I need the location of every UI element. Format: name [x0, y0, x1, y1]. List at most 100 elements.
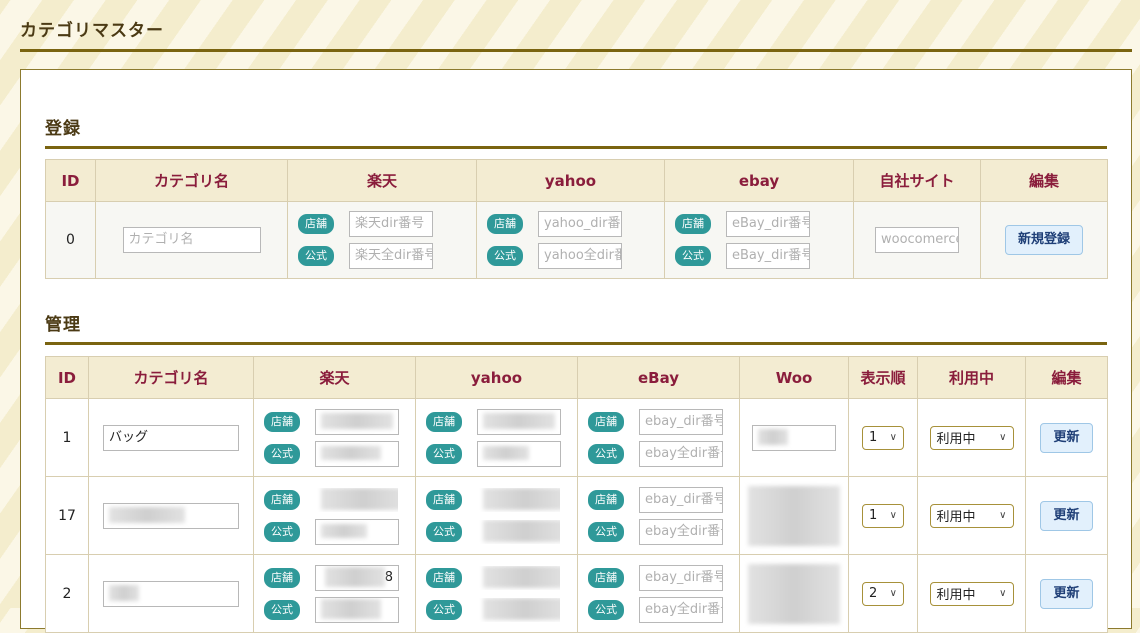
rakuten-all-dir-input[interactable]: 楽天全dir番号 — [349, 243, 433, 269]
yahoo-all-dir-input[interactable]: yahoo全dir番号 — [538, 243, 622, 269]
col-header-id: ID — [45, 159, 96, 202]
redacted-value — [483, 566, 560, 588]
title-divider — [20, 49, 1132, 52]
woocommerce-input[interactable]: woocomerce — [875, 227, 959, 253]
table-row: 1 バッグ 店舗 公式 店舗 公式 店舗 ebay_dir番号 公式 ebay全… — [45, 398, 1108, 477]
official-badge: 公式 — [588, 599, 624, 620]
col-header-id: ID — [45, 356, 89, 399]
in-use-select[interactable]: 利用中 ∨ — [929, 425, 1014, 450]
select-value: 1 — [869, 430, 878, 445]
category-name-field[interactable] — [103, 580, 239, 607]
main-panel: 登録 ID カテゴリ名 楽天 yahoo ebay 自社サイト 編集 0 カテゴ… — [20, 69, 1132, 633]
manage-table: ID カテゴリ名 楽天 yahoo eBay Woo 表示順 利用中 編集 1 … — [45, 356, 1108, 633]
ebay-dir-input[interactable]: eBay_dir番号 — [726, 211, 810, 237]
new-register-button[interactable]: 新規登録 — [1004, 225, 1083, 255]
official-badge: 公式 — [426, 599, 462, 620]
shop-badge: 店舗 — [487, 214, 523, 234]
category-name-field[interactable] — [103, 502, 239, 529]
yahoo-all-dir-field[interactable] — [477, 596, 561, 623]
col-header-rakuten: 楽天 — [287, 159, 477, 202]
redacted-value — [758, 429, 788, 445]
shop-badge: 店舗 — [588, 567, 624, 588]
woo-field-redacted[interactable] — [748, 485, 840, 546]
update-button[interactable]: 更新 — [1040, 500, 1093, 531]
rakuten-dir-input[interactable]: 楽天dir番号 — [349, 211, 433, 237]
register-row: 0 カテゴリ名 店舗 楽天dir番号 公式 楽天全dir番号 店舗 yahoo_… — [45, 201, 1108, 279]
shop-badge: 店舗 — [675, 214, 711, 234]
chevron-down-icon: ∨ — [889, 588, 897, 599]
redacted-value — [483, 488, 560, 510]
display-order-select[interactable]: 2 ∨ — [862, 581, 904, 606]
ebay-all-dir-field[interactable]: ebay全dir番号 — [639, 518, 723, 545]
official-badge: 公式 — [487, 246, 523, 266]
rakuten-dir-field[interactable] — [315, 408, 399, 435]
redacted-value — [109, 507, 185, 523]
col-header-in-use: 利用中 — [917, 356, 1026, 399]
yahoo-all-dir-field[interactable] — [477, 518, 561, 545]
register-divider — [45, 146, 1107, 149]
yahoo-dir-field[interactable] — [477, 486, 561, 513]
redacted-value — [321, 599, 381, 619]
col-header-edit: 編集 — [1025, 356, 1108, 399]
category-name-field[interactable]: バッグ — [103, 424, 239, 451]
col-header-own-site: 自社サイト — [853, 159, 981, 202]
table-row: 17 店舗 公式 店舗 公式 店舗 ebay_dir番号 公式 ebay全dir… — [45, 476, 1108, 555]
rakuten-dir-field[interactable]: 8 — [315, 564, 399, 591]
official-badge: 公式 — [264, 599, 300, 620]
select-value: 1 — [869, 508, 878, 523]
woo-field-redacted[interactable] — [748, 563, 840, 624]
redacted-value — [321, 446, 381, 460]
register-table: ID カテゴリ名 楽天 yahoo ebay 自社サイト 編集 0 カテゴリ名 … — [45, 159, 1108, 279]
yahoo-all-dir-field[interactable] — [477, 440, 561, 467]
manage-heading: 管理 — [45, 315, 81, 335]
redacted-value — [483, 446, 529, 460]
ebay-dir-field[interactable]: ebay_dir番号 — [639, 564, 723, 591]
redacted-value — [483, 520, 560, 542]
shop-badge: 店舗 — [588, 489, 624, 510]
official-badge: 公式 — [588, 521, 624, 542]
ebay-all-dir-field[interactable]: ebay全dir番号 — [639, 440, 723, 467]
official-badge: 公式 — [588, 443, 624, 464]
manage-divider — [45, 342, 1107, 345]
update-button[interactable]: 更新 — [1040, 578, 1093, 609]
display-order-select[interactable]: 1 ∨ — [862, 425, 904, 450]
ebay-dir-field[interactable]: ebay_dir番号 — [639, 408, 723, 435]
official-badge: 公式 — [264, 521, 300, 542]
yahoo-dir-input[interactable]: yahoo_dir番号 — [538, 211, 622, 237]
col-header-ebay: eBay — [577, 356, 740, 399]
col-header-display-order: 表示順 — [848, 356, 918, 399]
row-id: 17 — [45, 476, 89, 555]
shop-badge: 店舗 — [426, 411, 462, 432]
shop-badge: 店舗 — [426, 567, 462, 588]
col-header-rakuten: 楽天 — [253, 356, 416, 399]
row-id: 2 — [45, 554, 89, 633]
ebay-all-dir-field[interactable]: ebay全dir番号 — [639, 596, 723, 623]
row-id: 1 — [45, 398, 89, 477]
in-use-select[interactable]: 利用中 ∨ — [929, 503, 1014, 528]
display-order-select[interactable]: 1 ∨ — [862, 503, 904, 528]
select-value: 利用中 — [936, 588, 976, 603]
yahoo-dir-field[interactable] — [477, 564, 561, 591]
shop-badge: 店舗 — [426, 489, 462, 510]
ebay-all-dir-input[interactable]: eBay_dir番号 — [726, 243, 810, 269]
shop-badge: 店舗 — [264, 489, 300, 510]
woo-field[interactable] — [752, 424, 836, 451]
yahoo-dir-field[interactable] — [477, 408, 561, 435]
redacted-value — [109, 585, 139, 601]
ebay-dir-field[interactable]: ebay_dir番号 — [639, 486, 723, 513]
shop-badge: 店舗 — [264, 567, 300, 588]
in-use-select[interactable]: 利用中 ∨ — [929, 581, 1014, 606]
rakuten-all-dir-field[interactable] — [315, 596, 399, 623]
select-value: 利用中 — [936, 510, 976, 525]
official-badge: 公式 — [675, 246, 711, 266]
shop-badge: 店舗 — [298, 214, 334, 234]
update-button[interactable]: 更新 — [1040, 422, 1093, 453]
shop-badge: 店舗 — [588, 411, 624, 432]
rakuten-all-dir-field[interactable] — [315, 440, 399, 467]
category-name-input[interactable]: カテゴリ名 — [122, 227, 261, 253]
col-header-category-name: カテゴリ名 — [88, 356, 254, 399]
rakuten-all-dir-field[interactable] — [315, 518, 399, 545]
rakuten-dir-field[interactable] — [315, 486, 399, 513]
col-header-ebay: ebay — [664, 159, 854, 202]
table-row: 2 店舗 8 公式 店舗 公式 店舗 ebay_dir番号 公式 ebay全di… — [45, 554, 1108, 633]
